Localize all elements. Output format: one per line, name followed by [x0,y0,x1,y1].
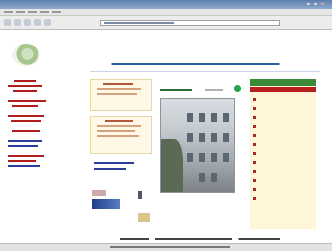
sidebar-link[interactable] [8,100,46,102]
minimize-icon[interactable] [306,2,311,6]
info-box-line [97,93,137,95]
menu-item[interactable] [40,11,49,13]
window [199,133,205,142]
window [211,133,217,142]
sidebar-link[interactable] [14,80,36,82]
right-menu-item[interactable] [253,169,297,173]
partner-logo[interactable] [138,213,150,222]
content-link[interactable] [94,168,126,170]
window [187,153,193,162]
right-menu-item[interactable] [253,124,281,128]
right-menu-subheader [250,87,316,92]
web-page [0,31,332,243]
right-menu-item[interactable] [253,142,301,146]
sidebar-link[interactable] [8,155,44,157]
right-menu-item[interactable] [253,97,293,101]
page-footer [120,238,280,240]
tree-shape [161,139,183,192]
address-text [104,22,174,24]
right-menu-item[interactable] [253,151,289,155]
forward-icon[interactable] [14,19,21,26]
right-menu [250,79,316,229]
info-box-line [103,83,133,85]
right-menu-item[interactable] [253,160,283,164]
right-menu-item[interactable] [253,115,299,119]
window [199,153,205,162]
browser-toolbar [0,16,332,30]
content-link[interactable] [94,162,134,164]
sidebar-link[interactable] [13,90,37,92]
sidebar-link[interactable] [8,85,42,87]
right-menu-header [250,79,316,86]
window [211,173,217,182]
window [223,113,229,122]
address-bar[interactable] [100,20,280,26]
sidebar-link[interactable] [8,160,36,162]
refresh-icon[interactable] [34,19,41,26]
window [199,173,205,182]
sidebar-link[interactable] [12,130,40,132]
sidebar-link[interactable] [8,140,42,142]
menu-item[interactable] [16,11,25,13]
window [223,153,229,162]
right-menu-item[interactable] [253,106,287,110]
maximize-icon[interactable] [313,2,318,6]
right-menu-item[interactable] [253,178,279,182]
window [187,113,193,122]
header-divider [90,71,320,72]
page-headline [100,63,295,65]
status-text [110,246,230,248]
right-menu-item[interactable] [253,196,285,200]
back-icon[interactable] [4,19,11,26]
search-icon[interactable] [234,85,241,92]
sidebar-link[interactable] [12,105,38,107]
window [199,113,205,122]
info-box [90,79,152,111]
stop-icon[interactable] [24,19,31,26]
window [211,113,217,122]
circular-emblem-icon[interactable] [12,44,40,66]
search-label [160,89,192,91]
info-box-line [97,130,135,132]
sidebar-nav [8,80,54,170]
browser-title-bar [0,0,332,9]
window [211,153,217,162]
home-icon[interactable] [44,19,51,26]
sidebar-link[interactable] [8,145,38,147]
browser-menu-bar [0,9,332,16]
right-menu-item[interactable] [253,133,295,137]
sidebar-link[interactable] [8,165,40,167]
building-photo [160,98,235,193]
info-box-line [97,125,141,127]
menu-item[interactable] [28,11,37,13]
partner-logo[interactable] [138,191,142,199]
partner-banner[interactable] [92,199,120,209]
menu-item[interactable] [4,11,13,13]
close-icon[interactable] [320,2,325,6]
menu-item[interactable] [52,11,61,13]
window [223,133,229,142]
info-box [90,116,152,154]
right-menu-item[interactable] [253,187,291,191]
browser-status-bar [0,243,332,251]
info-box-line [97,135,139,137]
sidebar-link[interactable] [8,115,44,117]
sidebar-link[interactable] [11,120,41,122]
partner-logo[interactable] [92,190,106,196]
search-input[interactable] [205,89,223,91]
window [187,133,193,142]
info-box-line [105,120,133,122]
info-box-line [97,88,141,90]
